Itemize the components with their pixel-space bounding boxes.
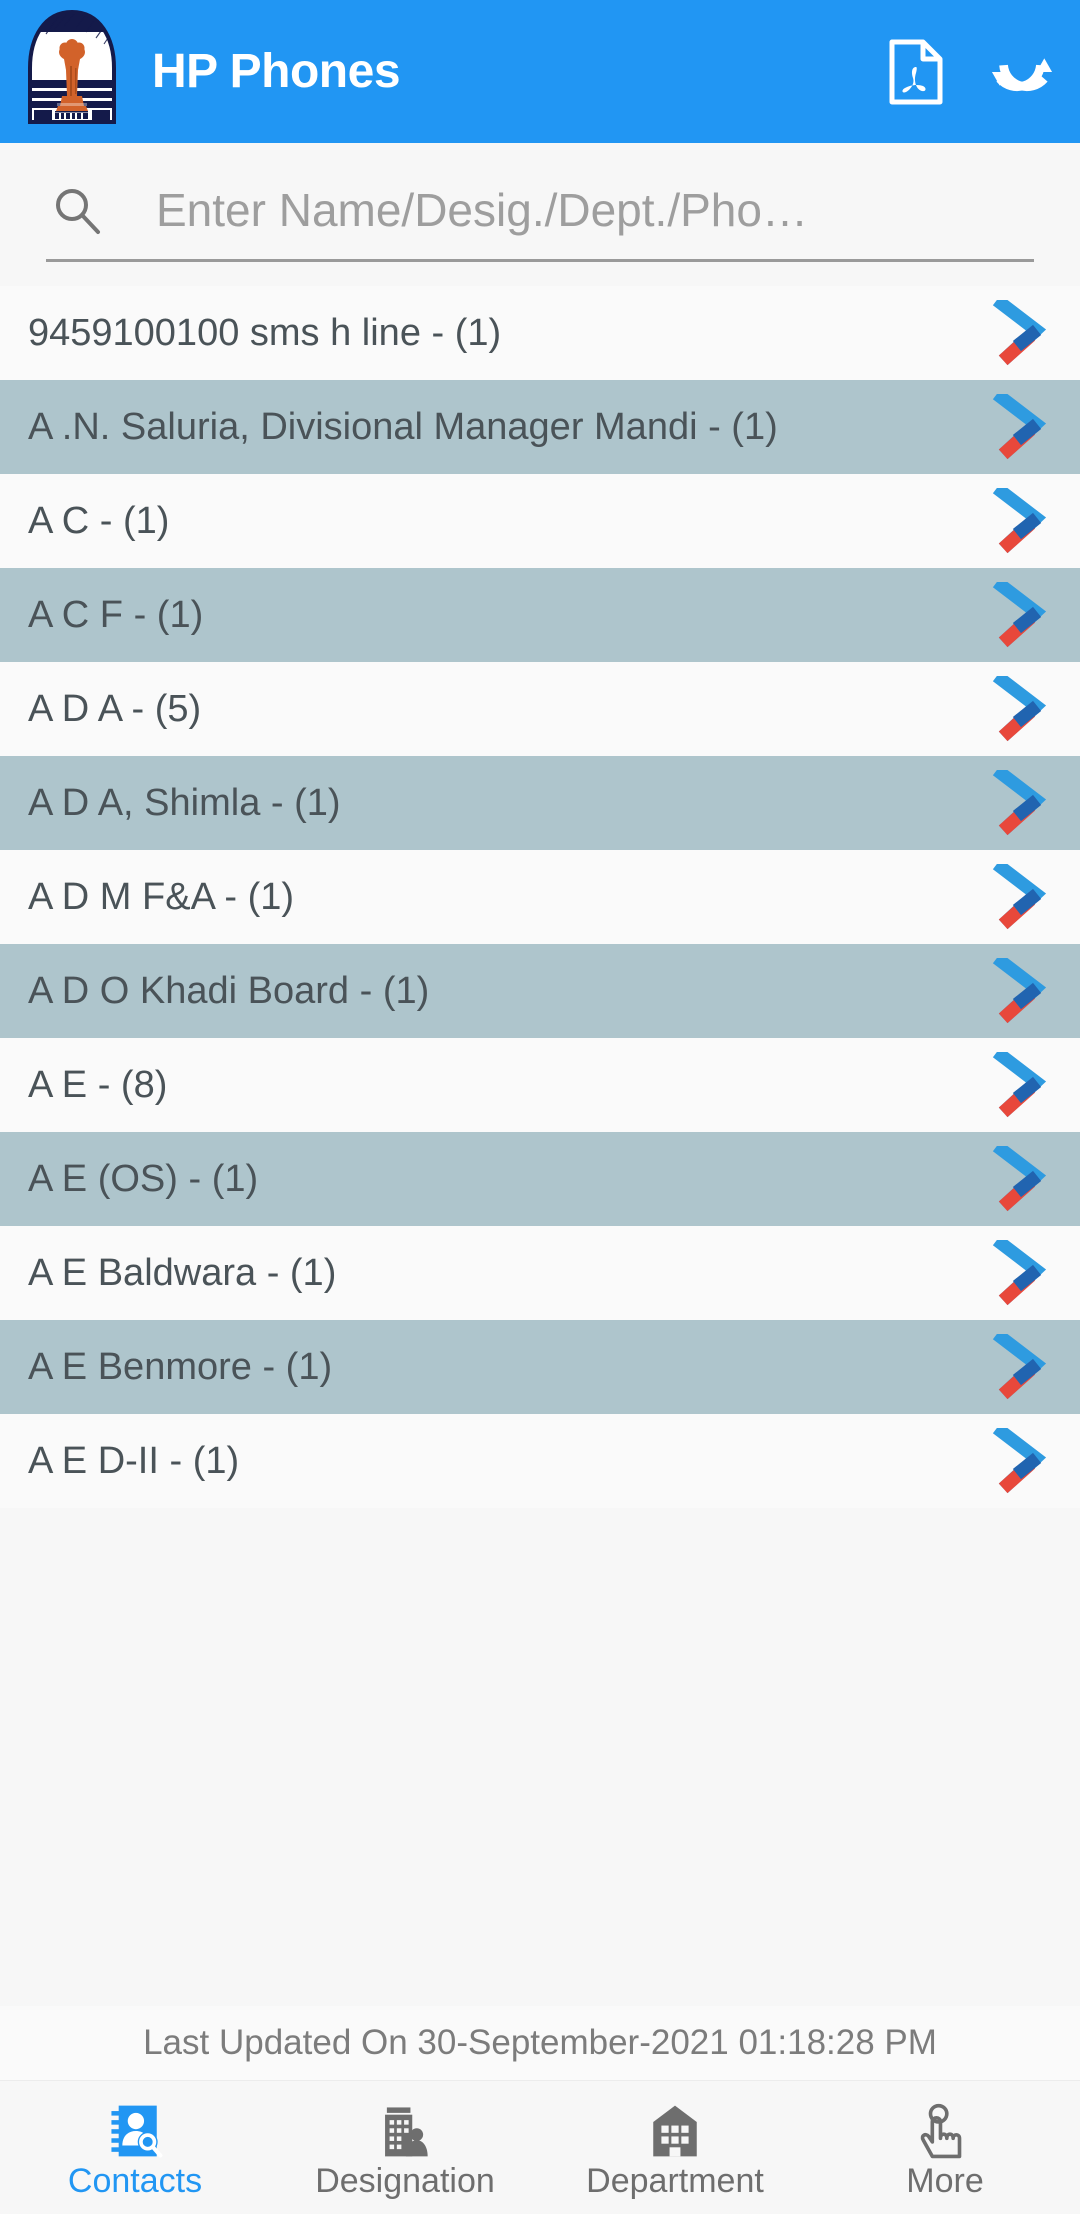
list-item[interactable]: A D A - (5)	[0, 662, 1080, 756]
list-item-label: A C - (1)	[28, 499, 170, 542]
list-item[interactable]: A E Baldwara - (1)	[0, 1226, 1080, 1320]
nav-item-label: More	[906, 2161, 984, 2200]
sync-refresh-button[interactable]	[990, 40, 1054, 104]
hp-government-emblem-logo	[24, 9, 120, 134]
list-item[interactable]: 9459100100 sms h line - (1)	[0, 286, 1080, 380]
nav-item-more[interactable]: More	[810, 2081, 1080, 2214]
search-input[interactable]	[156, 177, 1034, 243]
list-item-label: A D O Khadi Board - (1)	[28, 969, 430, 1012]
chevron-right-icon[interactable]	[992, 1146, 1050, 1212]
app-title: HP Phones	[152, 45, 401, 98]
list-item[interactable]: A E (OS) - (1)	[0, 1132, 1080, 1226]
pdf-export-button[interactable]	[884, 39, 948, 104]
list-item-label: A .N. Saluria, Divisional Manager Mandi …	[28, 405, 778, 448]
chevron-right-icon[interactable]	[992, 300, 1050, 366]
chevron-right-icon[interactable]	[992, 770, 1050, 836]
list-item[interactable]: A E - (8)	[0, 1038, 1080, 1132]
nav-item-designation[interactable]: Designation	[270, 2081, 540, 2214]
list-item[interactable]: A C - (1)	[0, 474, 1080, 568]
contacts-book-search-icon	[106, 2098, 164, 2160]
nav-item-label: Contacts	[67, 2161, 203, 2200]
chevron-right-icon[interactable]	[992, 582, 1050, 648]
chevron-right-icon[interactable]	[992, 394, 1050, 460]
search-icon[interactable]	[46, 179, 108, 241]
office-person-icon	[376, 2098, 434, 2160]
nav-item-contacts[interactable]: Contacts	[0, 2081, 270, 2214]
tap-hand-icon	[916, 2098, 974, 2160]
search-row	[46, 177, 1034, 262]
chevron-right-icon[interactable]	[992, 488, 1050, 554]
list-item-label: A D A, Shimla - (1)	[28, 781, 341, 824]
nav-item-label: Department	[586, 2161, 764, 2200]
chevron-right-icon[interactable]	[992, 1052, 1050, 1118]
chevron-right-icon[interactable]	[992, 1428, 1050, 1494]
list-item-label: A E D-II - (1)	[28, 1439, 240, 1482]
list-item[interactable]: A D O Khadi Board - (1)	[0, 944, 1080, 1038]
list-item[interactable]: A D A, Shimla - (1)	[0, 756, 1080, 850]
list-item-label: A E (OS) - (1)	[28, 1157, 259, 1200]
list-item-label: A C F - (1)	[28, 593, 204, 636]
chevron-right-icon[interactable]	[992, 1240, 1050, 1306]
nav-item-department[interactable]: Department	[540, 2081, 810, 2214]
list-item[interactable]: A .N. Saluria, Divisional Manager Mandi …	[0, 380, 1080, 474]
chevron-right-icon[interactable]	[992, 958, 1050, 1024]
contacts-list: 9459100100 sms h line - (1) A .N. Saluria…	[0, 286, 1080, 2006]
chevron-right-icon[interactable]	[992, 864, 1050, 930]
search-bar	[0, 143, 1080, 286]
app-root: HP Phones Enter Name/Desig./Dept./Pho… 9…	[0, 0, 1080, 2214]
chevron-right-icon[interactable]	[992, 1334, 1050, 1400]
list-item-label: A D M F&A - (1)	[28, 875, 295, 918]
list-item[interactable]: A E Benmore - (1)	[0, 1320, 1080, 1414]
list-item-label: A E Baldwara - (1)	[28, 1251, 337, 1294]
building-icon	[646, 2098, 704, 2160]
nav-item-label: Designation	[315, 2161, 495, 2200]
last-updated-text: Last Updated On 30-September-2021 01:18:…	[0, 2006, 1080, 2080]
list-item[interactable]: A D M F&A - (1)	[0, 850, 1080, 944]
list-item-label: 9459100100 sms h line - (1)	[28, 311, 502, 354]
app-header: HP Phones	[0, 0, 1080, 143]
header-actions	[884, 39, 1054, 104]
list-item-label: A E - (8)	[28, 1063, 168, 1106]
list-item[interactable]: A E D-II - (1)	[0, 1414, 1080, 1508]
list-item-label: A D A - (5)	[28, 687, 202, 730]
chevron-right-icon[interactable]	[992, 676, 1050, 742]
bottom-navigation: Contacts Designation Department More	[0, 2080, 1080, 2214]
list-item[interactable]: A C F - (1)	[0, 568, 1080, 662]
list-item-label: A E Benmore - (1)	[28, 1345, 333, 1388]
